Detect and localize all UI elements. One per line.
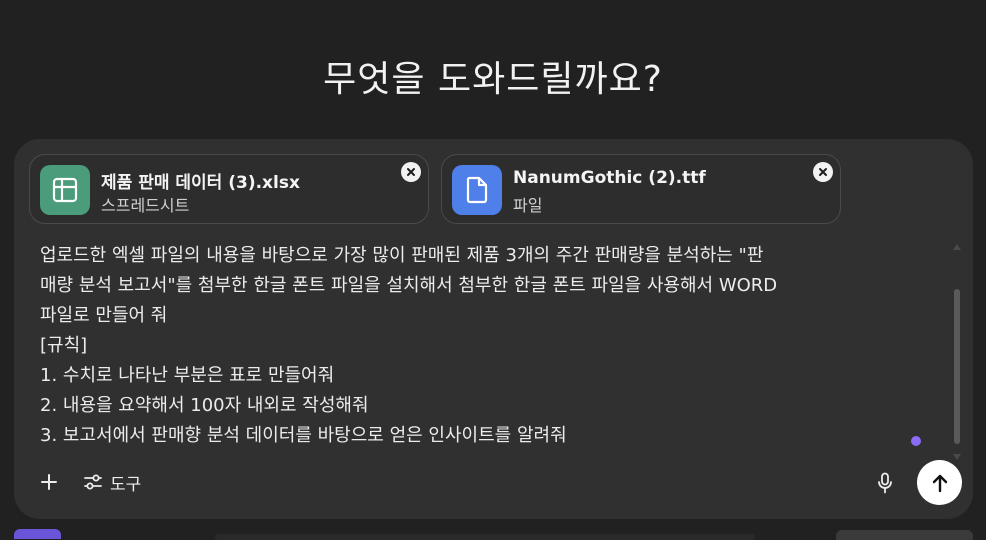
scroll-up-icon[interactable] (953, 244, 961, 250)
remove-attachment-button[interactable] (813, 162, 833, 182)
prompt-textarea[interactable]: 업로드한 엑셀 파일의 내용을 바탕으로 가장 많이 판매된 제품 3개의 주간… (40, 241, 930, 453)
attachment-card-ttf[interactable]: NanumGothic (2).ttf 파일 (441, 154, 841, 224)
arrow-up-icon (932, 474, 947, 492)
prompt-line: 매량 분석 보고서"를 첨부한 한글 폰트 파일을 설치해서 첨부한 한글 폰트… (40, 275, 778, 296)
scroll-thumb[interactable] (954, 289, 960, 444)
scroll-down-icon[interactable] (953, 454, 961, 460)
close-icon (407, 168, 415, 176)
plus-icon (41, 474, 57, 490)
microphone-icon (878, 472, 892, 494)
attachment-name: NanumGothic (2).ttf (513, 168, 706, 188)
sliders-icon (84, 474, 102, 490)
prompt-line: 파일로 만들어 줘 (40, 305, 168, 326)
prompt-line: 1. 수치로 나타난 부분은 표로 만들어줘 (40, 365, 335, 386)
prompt-line: 2. 내용을 요약해서 100자 내외로 작성해줘 (40, 395, 369, 416)
prompt-line: 3. 보고서에서 판매향 분석 데이터를 바탕으로 얻은 인사이트를 알려줘 (40, 425, 567, 446)
close-icon (819, 168, 827, 176)
bottom-left-element[interactable] (14, 529, 61, 539)
attachment-card-xlsx[interactable]: 제품 판매 데이터 (3).xlsx 스프레드시트 (29, 154, 429, 224)
prompt-line: [규칙] (40, 335, 88, 356)
bottom-bar (215, 534, 755, 540)
send-button[interactable] (917, 460, 962, 505)
message-composer: 제품 판매 데이터 (3).xlsx 스프레드시트 NanumGothic (2… (14, 139, 973, 519)
add-button[interactable] (36, 469, 62, 495)
page-title: 무엇을 도와드릴까요? (323, 59, 663, 100)
prompt-line: 업로드한 엑셀 파일의 내용을 바탕으로 가장 많이 판매된 제품 3개의 주간… (40, 245, 764, 266)
remove-attachment-button[interactable] (401, 162, 421, 182)
status-dot (911, 436, 921, 446)
file-icon (452, 165, 502, 215)
bottom-right-element[interactable] (836, 530, 973, 540)
microphone-button[interactable] (872, 469, 898, 497)
attachment-name: 제품 판매 데이터 (3).xlsx (101, 173, 300, 193)
spreadsheet-icon (40, 165, 90, 215)
attachment-type: 파일 (513, 196, 543, 215)
prompt-scrollbar[interactable] (950, 242, 964, 462)
tools-button[interactable]: 도구 (84, 469, 141, 495)
tools-label: 도구 (110, 474, 142, 495)
attachment-type: 스프레드시트 (101, 196, 190, 215)
